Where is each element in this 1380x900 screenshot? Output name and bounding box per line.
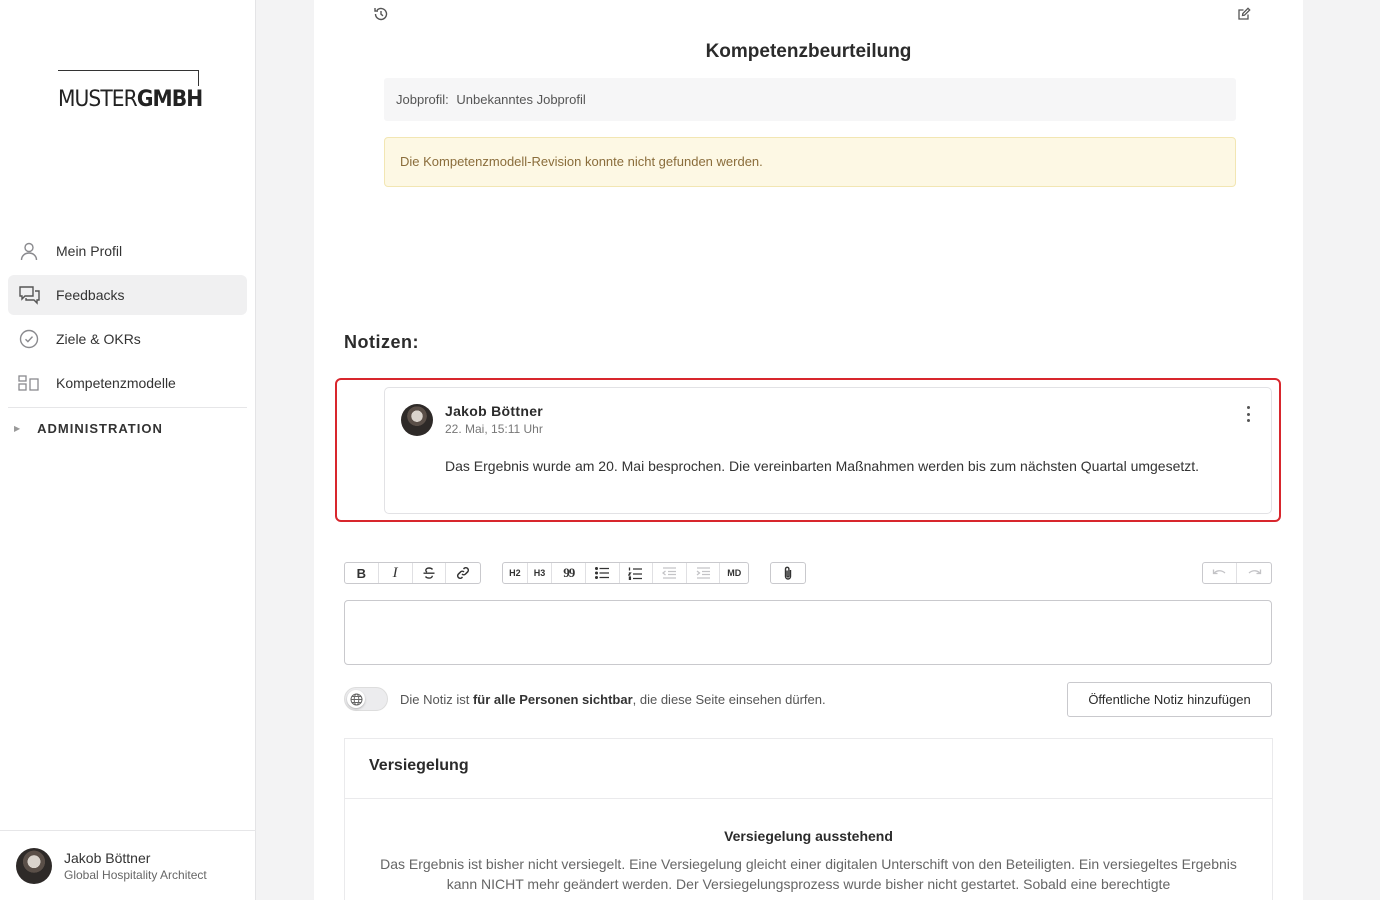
warning-alert: Die Kompetenzmodell-Revision konnte nich…: [384, 137, 1236, 187]
note-author: Jakob Böttner: [445, 403, 544, 419]
outdent-button[interactable]: [653, 563, 687, 583]
notes-heading: Notizen:: [344, 332, 419, 352]
strikethrough-button[interactable]: [413, 563, 447, 583]
seal-panel: Versiegelung Versiegelung ausstehend Das…: [344, 738, 1273, 900]
seal-status: Versiegelung ausstehend: [724, 828, 893, 844]
chat-icon: [18, 284, 40, 306]
globe-icon: [350, 693, 362, 705]
strikethrough-icon: [423, 567, 435, 579]
numbered-list-button[interactable]: [620, 563, 654, 583]
seal-description: Das Ergebnis ist bisher nicht versiegelt…: [380, 856, 1237, 892]
add-public-note-button[interactable]: Öffentliche Notiz hinzufügen: [1067, 682, 1272, 717]
markdown-button[interactable]: MD: [720, 563, 748, 583]
bullet-list-icon: [594, 567, 609, 579]
sidebar-item-feedbacks[interactable]: Feedbacks: [8, 275, 247, 315]
more-vertical-icon[interactable]: [1245, 406, 1251, 422]
jobprofil-box: Jobprofil: Unbekanntes Jobprofil: [384, 78, 1236, 121]
user-role: Global Hospitality Architect: [64, 867, 207, 882]
admin-label: ADMINISTRATION: [37, 420, 163, 436]
h3-button[interactable]: H3: [528, 563, 553, 583]
sidebar-nav: Mein Profil Feedbacks Ziele & OKRs Kompe…: [8, 231, 247, 448]
edit-icon[interactable]: [1237, 7, 1251, 21]
link-icon: [457, 566, 470, 580]
note-editor[interactable]: [344, 600, 1272, 665]
redo-icon: [1248, 569, 1261, 575]
caret-right-icon: ▶: [14, 423, 22, 433]
quote-button[interactable]: 99: [552, 563, 586, 583]
sidebar-item-label: Ziele & OKRs: [56, 331, 141, 347]
check-circle-icon: [18, 328, 40, 350]
sidebar-item-mein-profil[interactable]: Mein Profil: [8, 231, 247, 271]
seal-title: Versiegelung: [345, 739, 1272, 799]
user-profile-footer[interactable]: Jakob Böttner Global Hospitality Archite…: [0, 830, 256, 900]
bullet-list-button[interactable]: [586, 563, 620, 583]
link-button[interactable]: [446, 563, 480, 583]
redo-button[interactable]: [1237, 563, 1271, 583]
jobprofil-value: Unbekanntes Jobprofil: [456, 92, 586, 107]
user-icon: [18, 240, 40, 262]
undo-icon: [1212, 569, 1226, 575]
h2-button[interactable]: H2: [503, 563, 528, 583]
sidebar-item-kompetenzmodelle[interactable]: Kompetenzmodelle: [8, 363, 247, 403]
paperclip-icon: [784, 566, 792, 580]
numbered-list-icon: [628, 567, 643, 580]
company-logo[interactable]: MUSTERGMBH: [58, 70, 206, 114]
indent-icon: [696, 567, 710, 579]
jobprofil-label: Jobprofil:: [396, 92, 449, 107]
note-card: Jakob Böttner 22. Mai, 15:11 Uhr Das Erg…: [384, 387, 1272, 514]
undo-button[interactable]: [1203, 563, 1237, 583]
note-text: Das Ergebnis wurde am 20. Mai besprochen…: [445, 458, 1200, 474]
note-date: 22. Mai, 15:11 Uhr: [445, 422, 543, 436]
visibility-hint: Die Notiz ist für alle Personen sichtbar…: [400, 692, 826, 707]
avatar: [401, 404, 433, 436]
history-icon[interactable]: [373, 6, 389, 22]
sidebar-item-label: Feedbacks: [56, 287, 125, 303]
sidebar-section-administration[interactable]: ▶ ADMINISTRATION: [8, 408, 247, 448]
visibility-toggle[interactable]: [344, 687, 388, 711]
italic-button[interactable]: I: [379, 563, 413, 583]
logo-text-bold: GMBH: [136, 87, 203, 112]
bold-button[interactable]: B: [345, 563, 379, 583]
user-name: Jakob Böttner: [64, 849, 151, 866]
sidebar-item-label: Mein Profil: [56, 243, 123, 259]
sidebar-item-label: Kompetenzmodelle: [56, 375, 176, 391]
attach-button[interactable]: [771, 563, 805, 583]
page-title: Kompetenzbeurteilung: [705, 41, 912, 62]
block-group: H2 H3 99 MD: [502, 562, 749, 584]
outdent-icon: [661, 567, 676, 579]
sidebar: MUSTERGMBH Mein Profil Feedbacks Ziele &…: [0, 0, 256, 900]
format-group: B I: [344, 562, 481, 584]
indent-button[interactable]: [687, 563, 721, 583]
sidebar-item-ziele-okrs[interactable]: Ziele & OKRs: [8, 319, 247, 359]
grid-icon: [18, 372, 40, 394]
attach-group: [770, 562, 806, 584]
history-group: [1202, 562, 1272, 584]
logo-text-light: MUSTER: [58, 87, 138, 112]
avatar: [16, 847, 52, 884]
main-content: Kompetenzbeurteilung Jobprofil: Unbekann…: [314, 0, 1303, 900]
